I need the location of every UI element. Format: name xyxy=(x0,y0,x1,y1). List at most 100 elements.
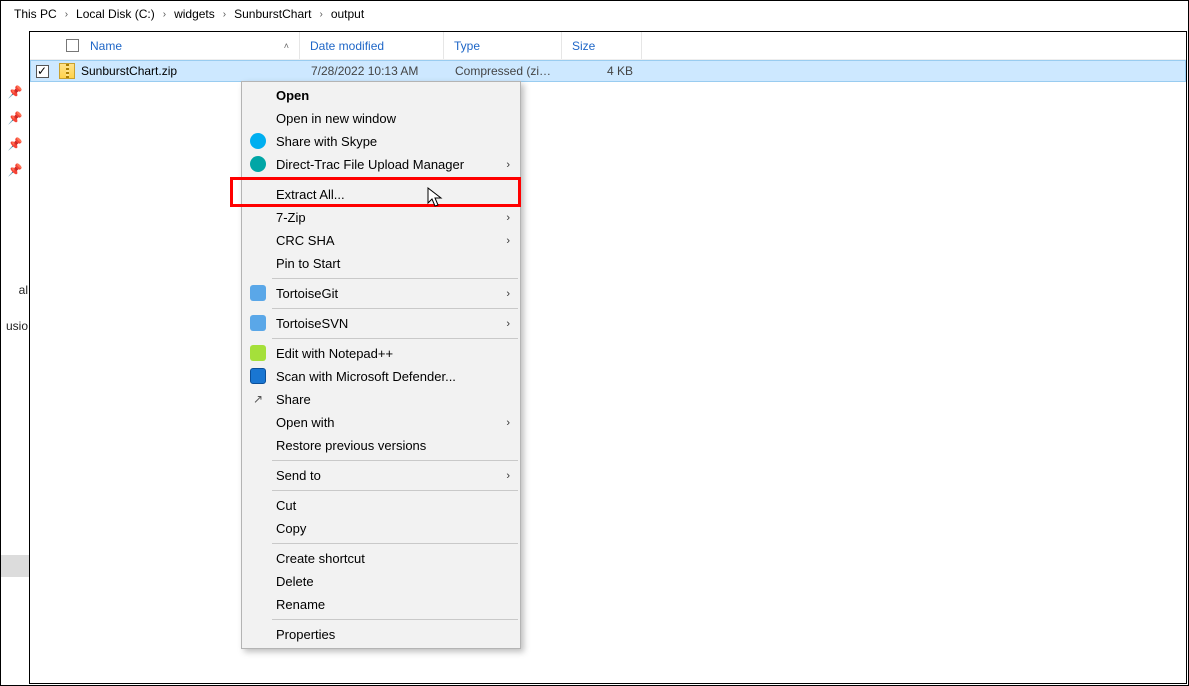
pin-icon[interactable]: 📌 xyxy=(2,131,28,157)
breadcrumb-item[interactable]: output xyxy=(327,7,368,21)
menu-item-label: Open with xyxy=(276,415,506,430)
dt-icon xyxy=(250,156,266,172)
chevron-right-icon: › xyxy=(506,470,510,482)
menu-item-label: Delete xyxy=(276,574,510,589)
context-menu-item[interactable]: Cut xyxy=(242,494,520,517)
column-label: Type xyxy=(454,39,480,53)
menu-separator xyxy=(272,179,518,180)
context-menu-item[interactable]: Pin to Start xyxy=(242,252,520,275)
chevron-right-icon: › xyxy=(506,159,510,171)
breadcrumb-item[interactable]: SunburstChart xyxy=(230,7,315,21)
zip-file-icon xyxy=(59,63,75,79)
share-icon: ↗ xyxy=(250,391,266,407)
menu-item-label: Share xyxy=(276,392,510,407)
menu-item-label: 7-Zip xyxy=(276,210,506,225)
menu-item-label: Copy xyxy=(276,521,510,536)
context-menu-item[interactable]: Open in new window xyxy=(242,107,520,130)
tsvn-icon xyxy=(250,315,266,331)
context-menu-item[interactable]: TortoiseGit› xyxy=(242,282,520,305)
chevron-right-icon: › xyxy=(506,235,510,247)
file-row[interactable]: SunburstChart.zip 7/28/2022 10:13 AM Com… xyxy=(30,60,1186,82)
chevron-right-icon: › xyxy=(61,9,72,20)
sort-arrow-icon: ˄ xyxy=(284,41,289,51)
menu-item-label: Restore previous versions xyxy=(276,438,510,453)
breadcrumb-item[interactable]: Local Disk (C:) xyxy=(72,7,159,21)
file-type-cell: Compressed (zipp… xyxy=(445,64,563,78)
truncated-label: al xyxy=(2,283,28,297)
context-menu-item[interactable]: Open with› xyxy=(242,411,520,434)
column-label: Name xyxy=(90,39,122,53)
menu-separator xyxy=(272,308,518,309)
menu-item-label: Create shortcut xyxy=(276,551,510,566)
file-size-cell: 4 KB xyxy=(563,64,643,78)
menu-item-label: CRC SHA xyxy=(276,233,506,248)
column-date[interactable]: Date modified xyxy=(300,32,444,59)
menu-item-label: Open in new window xyxy=(276,111,510,126)
pin-icon[interactable]: 📌 xyxy=(2,157,28,183)
chevron-right-icon: › xyxy=(506,212,510,224)
column-name[interactable]: Name ˄ xyxy=(30,32,300,59)
chevron-right-icon: › xyxy=(506,318,510,330)
truncated-label: usio xyxy=(2,319,28,333)
breadcrumb: This PC › Local Disk (C:) › widgets › Su… xyxy=(2,2,1187,26)
context-menu-item[interactable]: Rename xyxy=(242,593,520,616)
window-frame: This PC › Local Disk (C:) › widgets › Su… xyxy=(0,0,1189,686)
skype-icon xyxy=(250,133,266,149)
context-menu-item[interactable]: Direct-Trac File Upload Manager› xyxy=(242,153,520,176)
context-menu-item[interactable]: 7-Zip› xyxy=(242,206,520,229)
menu-separator xyxy=(272,490,518,491)
context-menu-item[interactable]: Restore previous versions xyxy=(242,434,520,457)
context-menu-item[interactable]: Properties xyxy=(242,623,520,646)
context-menu-item[interactable]: CRC SHA› xyxy=(242,229,520,252)
context-menu-item[interactable]: Copy xyxy=(242,517,520,540)
context-menu-item[interactable]: ↗ Share xyxy=(242,388,520,411)
file-name-cell[interactable]: SunburstChart.zip xyxy=(31,63,301,79)
context-menu-item[interactable]: Scan with Microsoft Defender... xyxy=(242,365,520,388)
chevron-right-icon: › xyxy=(219,9,230,20)
chevron-right-icon: › xyxy=(506,288,510,300)
pin-icon[interactable]: 📌 xyxy=(2,79,28,105)
context-menu-item[interactable]: Create shortcut xyxy=(242,547,520,570)
chevron-right-icon: › xyxy=(315,9,326,20)
context-menu-item[interactable]: TortoiseSVN› xyxy=(242,312,520,335)
menu-item-label: Pin to Start xyxy=(276,256,510,271)
column-headers: Name ˄ Date modified Type Size xyxy=(30,32,1186,60)
column-label: Date modified xyxy=(310,39,384,53)
column-type[interactable]: Type xyxy=(444,32,562,59)
file-date-cell: 7/28/2022 10:13 AM xyxy=(301,64,445,78)
def-icon xyxy=(250,368,266,384)
menu-item-label: Rename xyxy=(276,597,510,612)
context-menu[interactable]: Open Open in new window Share with Skype Di… xyxy=(241,81,521,649)
select-all-checkbox[interactable] xyxy=(66,39,79,52)
breadcrumb-item[interactable]: This PC xyxy=(10,7,61,21)
tgit-icon xyxy=(250,285,266,301)
menu-separator xyxy=(272,543,518,544)
breadcrumb-item[interactable]: widgets xyxy=(170,7,219,21)
menu-item-label: Share with Skype xyxy=(276,134,510,149)
file-list-panel: Name ˄ Date modified Type Size SunburstC… xyxy=(29,31,1187,684)
pin-icon[interactable]: 📌 xyxy=(2,105,28,131)
context-menu-item[interactable]: Delete xyxy=(242,570,520,593)
menu-item-label: Scan with Microsoft Defender... xyxy=(276,369,510,384)
menu-separator xyxy=(272,338,518,339)
context-menu-item[interactable]: Send to› xyxy=(242,464,520,487)
menu-item-label: Direct-Trac File Upload Manager xyxy=(276,157,506,172)
menu-item-label: Cut xyxy=(276,498,510,513)
menu-item-label: Open xyxy=(276,88,510,103)
context-menu-item[interactable]: Edit with Notepad++ xyxy=(242,342,520,365)
file-name-label: SunburstChart.zip xyxy=(81,64,177,78)
menu-item-label: TortoiseSVN xyxy=(276,316,506,331)
column-label: Size xyxy=(572,39,595,53)
row-checkbox[interactable] xyxy=(36,65,49,78)
menu-item-label: Extract All... xyxy=(276,187,510,202)
context-menu-item[interactable]: Open xyxy=(242,84,520,107)
menu-item-label: Properties xyxy=(276,627,510,642)
menu-separator xyxy=(272,619,518,620)
column-size[interactable]: Size xyxy=(562,32,642,59)
menu-item-label: Send to xyxy=(276,468,506,483)
chevron-right-icon: › xyxy=(159,9,170,20)
menu-separator xyxy=(272,460,518,461)
context-menu-item[interactable]: Share with Skype xyxy=(242,130,520,153)
menu-separator xyxy=(272,278,518,279)
context-menu-item[interactable]: Extract All... xyxy=(242,183,520,206)
